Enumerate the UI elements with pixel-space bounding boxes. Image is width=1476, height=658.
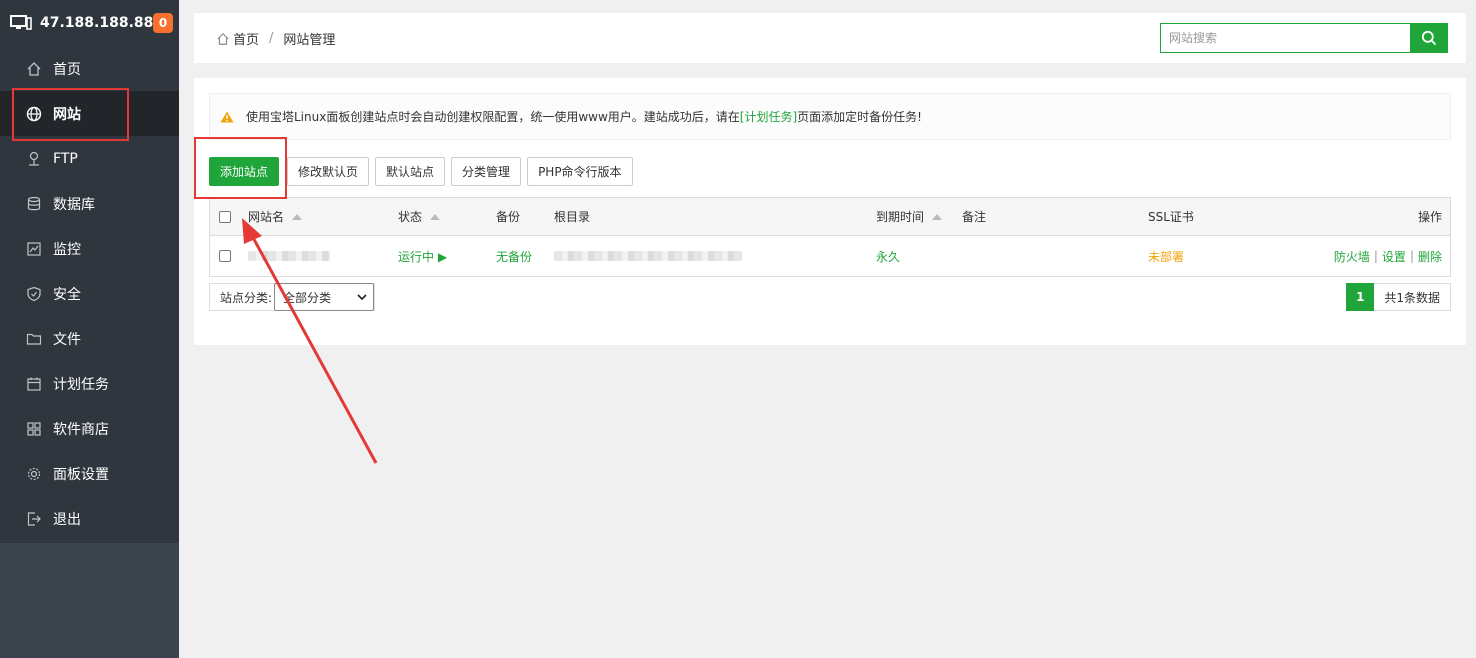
warning-icon xyxy=(220,111,234,122)
table-header: 网站名 状态 备份 根目录 到期时间 备注 SSL证书 操作 xyxy=(210,198,1450,236)
table-row: 运行中 ▶ 无备份 永久 未部署 防火墙 | 设置 | 删除 xyxy=(210,236,1450,276)
notification-badge[interactable]: 0 xyxy=(153,13,173,33)
search-icon xyxy=(1421,30,1437,46)
root-dir-redacted[interactable] xyxy=(554,251,742,261)
breadcrumb-home-link[interactable]: 首页 xyxy=(233,29,259,48)
pagination: 1 共1条数据 xyxy=(1346,283,1451,311)
home-icon xyxy=(217,32,229,45)
sidebar-item-label: 退出 xyxy=(53,511,81,528)
row-checkbox[interactable] xyxy=(219,250,231,262)
site-status[interactable]: 运行中 ▶ xyxy=(398,236,447,276)
sidebar-item-label: 安全 xyxy=(53,286,81,303)
category-label: 站点分类: xyxy=(220,290,273,305)
sidebar-item-label: 计划任务 xyxy=(53,376,109,393)
header-ssl: SSL证书 xyxy=(1148,210,1194,224)
default-site-button[interactable]: 默认站点 xyxy=(375,157,446,186)
site-search xyxy=(1160,23,1448,53)
site-name-redacted[interactable] xyxy=(248,251,330,261)
breadcrumb-separator: / xyxy=(269,31,274,46)
server-ip: 47.188.188.88 xyxy=(40,15,154,31)
sidebar-item-monitor[interactable]: 监控 xyxy=(0,226,179,271)
calendar-icon xyxy=(26,376,42,392)
shield-icon xyxy=(26,286,42,302)
search-button[interactable] xyxy=(1410,23,1448,53)
table-footer: 站点分类: 全部分类 1 共1条数据 xyxy=(209,283,1451,311)
select-all-checkbox[interactable] xyxy=(219,210,231,223)
sidebar-menu: 47.188.188.88 0 首页 网站 FTP 数据库 监控 安全 文件 计… xyxy=(0,0,179,543)
header-status[interactable]: 状态 xyxy=(398,198,441,235)
breadcrumb: 首页 / 网站管理 xyxy=(216,29,335,48)
sidebar-item-files[interactable]: 文件 xyxy=(0,316,179,361)
header-expire[interactable]: 到期时间 xyxy=(876,198,943,235)
sidebar-item-settings[interactable]: 面板设置 xyxy=(0,451,179,496)
search-input[interactable] xyxy=(1160,23,1410,53)
annotation-box-add-site xyxy=(194,137,287,199)
site-table: 网站名 状态 备份 根目录 到期时间 备注 SSL证书 操作 运行中 ▶ 无备份… xyxy=(209,197,1451,277)
settings-link[interactable]: 设置 xyxy=(1382,248,1406,265)
annotation-box-website xyxy=(12,88,129,141)
sidebar-item-security[interactable]: 安全 xyxy=(0,271,179,316)
sidebar-item-label: 软件商店 xyxy=(53,421,109,438)
folder-icon xyxy=(26,331,42,347)
notice-text: 使用宝塔Linux面板创建站点时会自动创建权限配置，统一使用www用户。建站成功… xyxy=(246,110,740,124)
category-select[interactable]: 全部分类 xyxy=(274,283,375,311)
site-management-panel: 使用宝塔Linux面板创建站点时会自动创建权限配置，统一使用www用户。建站成功… xyxy=(194,78,1466,345)
sort-arrow-icon xyxy=(430,213,441,220)
delete-link[interactable]: 删除 xyxy=(1418,248,1442,265)
header-site-name[interactable]: 网站名 xyxy=(248,198,303,235)
sort-arrow-icon xyxy=(292,213,303,220)
logout-icon xyxy=(26,511,42,527)
sidebar-item-ftp[interactable]: FTP xyxy=(0,136,179,181)
ftp-icon xyxy=(26,151,42,167)
php-cli-version-button[interactable]: PHP命令行版本 xyxy=(527,157,633,186)
row-actions: 防火墙 | 设置 | 删除 xyxy=(1334,236,1442,276)
sidebar-item-cron[interactable]: 计划任务 xyxy=(0,361,179,406)
action-separator: | xyxy=(1373,249,1378,263)
top-bar: 首页 / 网站管理 xyxy=(194,13,1466,63)
database-icon xyxy=(26,196,42,212)
header-root-dir: 根目录 xyxy=(554,210,591,224)
cron-link[interactable]: [计划任务] xyxy=(740,108,797,125)
sidebar-item-logout[interactable]: 退出 xyxy=(0,496,179,541)
sidebar-item-label: 首页 xyxy=(53,61,81,78)
total-count: 共1条数据 xyxy=(1374,283,1451,311)
site-ssl[interactable]: 未部署 xyxy=(1148,236,1184,276)
chevron-down-icon xyxy=(357,294,367,300)
sidebar-item-store[interactable]: 软件商店 xyxy=(0,406,179,451)
header-backup: 备份 xyxy=(496,210,521,224)
monitor-icon xyxy=(26,241,42,257)
monitor-device-icon xyxy=(10,15,32,30)
site-backup[interactable]: 无备份 xyxy=(496,236,532,276)
notice-text-end: 页面添加定时备份任务! xyxy=(797,110,922,124)
site-expire[interactable]: 永久 xyxy=(876,236,900,276)
header-actions: 操作 xyxy=(1417,210,1442,224)
sidebar-item-label: 文件 xyxy=(53,331,81,348)
gear-icon xyxy=(26,466,42,482)
sidebar-item-label: 数据库 xyxy=(53,196,95,213)
server-header[interactable]: 47.188.188.88 0 xyxy=(0,0,179,46)
sidebar-item-label: FTP xyxy=(53,150,78,167)
notice-banner: 使用宝塔Linux面板创建站点时会自动创建权限配置，统一使用www用户。建站成功… xyxy=(209,93,1451,140)
sidebar-item-database[interactable]: 数据库 xyxy=(0,181,179,226)
home-icon xyxy=(26,61,42,77)
sidebar-item-label: 面板设置 xyxy=(53,466,109,483)
breadcrumb-current: 网站管理 xyxy=(283,33,336,48)
page-button-current[interactable]: 1 xyxy=(1346,283,1375,311)
sort-arrow-icon xyxy=(932,213,943,220)
action-separator: | xyxy=(1409,249,1414,263)
firewall-link[interactable]: 防火墙 xyxy=(1334,248,1370,265)
category-manage-button[interactable]: 分类管理 xyxy=(451,157,522,186)
category-filter: 站点分类: 全部分类 xyxy=(209,283,376,311)
sidebar-item-label: 监控 xyxy=(53,241,81,258)
apps-icon xyxy=(26,421,42,437)
sidebar-item-home[interactable]: 首页 xyxy=(0,46,179,91)
header-remark: 备注 xyxy=(962,210,987,224)
modify-default-page-button[interactable]: 修改默认页 xyxy=(287,157,370,186)
